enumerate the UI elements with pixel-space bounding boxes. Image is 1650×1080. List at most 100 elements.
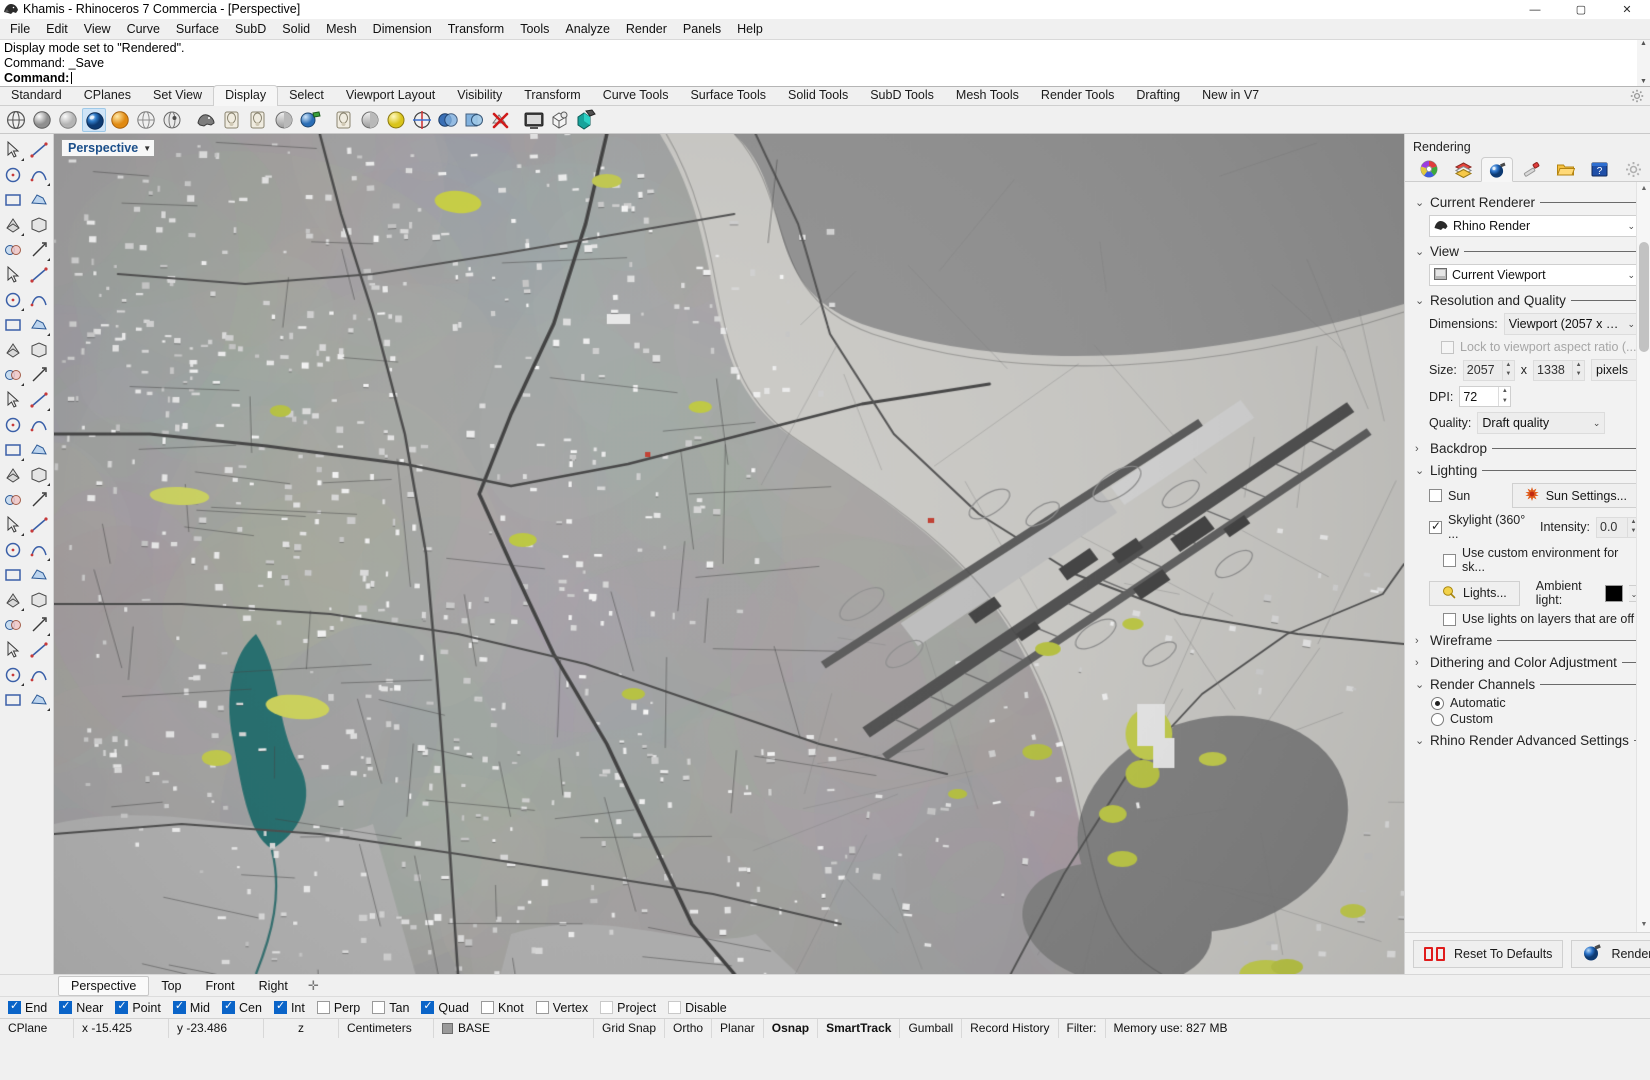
polyline-icon[interactable] xyxy=(26,163,52,188)
rendering-tab-icon[interactable] xyxy=(1481,157,1514,182)
intensity-input[interactable] xyxy=(1597,517,1627,537)
custom-env-row[interactable]: Use custom environment for sk... xyxy=(1443,546,1640,574)
osnap-near[interactable]: Near xyxy=(59,999,103,1015)
scrollbar-thumb[interactable] xyxy=(1639,242,1649,352)
raytraced-icon[interactable] xyxy=(246,108,270,132)
xray-icon[interactable] xyxy=(134,108,158,132)
boolean-diff-icon[interactable] xyxy=(26,388,52,413)
osnap-toggle[interactable]: Osnap xyxy=(764,1018,819,1038)
layer-icon[interactable] xyxy=(0,613,26,638)
dpi-input[interactable] xyxy=(1460,387,1499,406)
menu-transform[interactable]: Transform xyxy=(440,20,513,38)
select-arrow-icon[interactable] xyxy=(0,138,26,163)
filter-cell[interactable]: Filter: xyxy=(1059,1018,1106,1038)
osnap-checkbox[interactable] xyxy=(115,999,129,1014)
options-tab-icon[interactable] xyxy=(1618,157,1650,181)
menu-view[interactable]: View xyxy=(76,20,119,38)
mesh-tools-icon[interactable] xyxy=(26,588,52,613)
size-width-input[interactable] xyxy=(1463,360,1502,380)
arctic-icon[interactable] xyxy=(108,108,132,132)
menu-curve[interactable]: Curve xyxy=(119,20,168,38)
group-view[interactable]: ⌄ View xyxy=(1415,244,1640,259)
ortho-toggle[interactable]: Ortho xyxy=(665,1018,713,1038)
light-bulb-icon[interactable] xyxy=(384,108,408,132)
analysis-icon[interactable] xyxy=(26,638,52,663)
ghosted-icon[interactable] xyxy=(56,108,80,132)
libraries-tab-icon[interactable] xyxy=(1550,157,1582,181)
boolean-union-icon[interactable] xyxy=(0,388,26,413)
viewport-tab-front[interactable]: Front xyxy=(193,977,246,995)
osnap-checkbox[interactable] xyxy=(535,1001,549,1014)
chevron-right-icon[interactable]: › xyxy=(1415,635,1425,647)
viewport-tab-right[interactable]: Right xyxy=(247,977,300,995)
leader-icon[interactable] xyxy=(0,563,26,588)
osnap-checkbox[interactable] xyxy=(316,1001,330,1014)
group-advanced-settings[interactable]: ⌄ Rhino Render Advanced Settings xyxy=(1415,733,1640,748)
help-tab-icon[interactable]: ? xyxy=(1584,157,1616,181)
osnap-checkbox[interactable] xyxy=(222,999,235,1014)
toolbar-tab-set-view[interactable]: Set View xyxy=(142,86,213,105)
chevron-right-icon[interactable]: › xyxy=(1415,657,1425,669)
skylight-checkbox[interactable] xyxy=(1429,519,1442,534)
mesh-icon[interactable] xyxy=(0,588,26,613)
sun-settings-button[interactable]: Sun Settings... xyxy=(1511,483,1640,508)
clipping-plane-icon[interactable] xyxy=(462,108,486,132)
environment-icon[interactable] xyxy=(436,108,460,132)
shade-selected-icon[interactable] xyxy=(298,108,322,132)
menu-dimension[interactable]: Dimension xyxy=(365,20,440,38)
menu-solid[interactable]: Solid xyxy=(274,20,318,38)
menu-surface[interactable]: Surface xyxy=(168,20,227,38)
clear-clipping-icon[interactable] xyxy=(488,108,512,132)
dimension-icon[interactable] xyxy=(26,538,52,563)
gumball-toggle[interactable]: Gumball xyxy=(900,1018,963,1038)
toolbar-tab-visibility[interactable]: Visibility xyxy=(446,86,513,105)
chevron-down-icon[interactable]: ⌄ xyxy=(1627,319,1635,330)
toolbar-tab-curve-tools[interactable]: Curve Tools xyxy=(592,86,680,105)
rendered-map-scene[interactable] xyxy=(54,134,1404,974)
osnap-end[interactable]: End xyxy=(8,999,47,1015)
osnap-tan[interactable]: Tan xyxy=(372,1001,409,1015)
toolbar-tab-transform[interactable]: Transform xyxy=(513,86,592,105)
menu-subd[interactable]: SubD xyxy=(227,20,274,38)
quality-select[interactable]: Draft quality ⌄ xyxy=(1477,412,1606,434)
array-icon[interactable] xyxy=(26,488,52,513)
cplane-cell[interactable]: CPlane xyxy=(0,1018,74,1038)
chevron-down-icon[interactable]: ⌄ xyxy=(1593,418,1601,429)
menu-edit[interactable]: Edit xyxy=(38,20,76,38)
surface-sweep-icon[interactable] xyxy=(26,313,52,338)
stepper-arrows[interactable]: ▲ ▼ xyxy=(1498,387,1510,406)
layer-cell[interactable]: BASE xyxy=(434,1018,594,1038)
fullscreen-icon[interactable] xyxy=(522,108,546,132)
surface-revolve-icon[interactable] xyxy=(0,313,26,338)
arc-icon[interactable] xyxy=(26,188,52,213)
chevron-down-icon[interactable]: ⌄ xyxy=(1415,734,1425,747)
toolbar-tab-standard[interactable]: Standard xyxy=(0,86,73,105)
group-resolution-quality[interactable]: ⌄ Resolution and Quality xyxy=(1415,293,1640,308)
planar-toggle[interactable]: Planar xyxy=(712,1018,764,1038)
smarttrack-toggle[interactable]: SmartTrack xyxy=(818,1018,901,1038)
toolbar-tab-drafting[interactable]: Drafting xyxy=(1125,86,1191,105)
size-height-stepper[interactable]: ▲▼ xyxy=(1533,359,1586,381)
materials-tab-icon[interactable] xyxy=(1413,157,1445,181)
chevron-down-icon[interactable]: ⌄ xyxy=(1415,294,1425,307)
command-prompt[interactable]: Command: xyxy=(4,71,1650,86)
axis-icon[interactable] xyxy=(410,108,434,132)
osnap-project[interactable]: Project xyxy=(600,1001,656,1015)
osnap-point[interactable]: Point xyxy=(115,999,161,1015)
viewport-label[interactable]: Perspective ▼ xyxy=(61,139,156,157)
group-lighting[interactable]: ⌄ Lighting xyxy=(1415,463,1640,478)
size-width-stepper[interactable]: ▲▼ xyxy=(1462,359,1515,381)
point-icon[interactable] xyxy=(26,263,52,288)
menu-render[interactable]: Render xyxy=(618,20,675,38)
layer-lights-row[interactable]: Use lights on layers that are off xyxy=(1443,612,1640,626)
osnap-quad[interactable]: Quad xyxy=(421,999,469,1015)
select-window-icon[interactable] xyxy=(26,138,52,163)
copy-icon[interactable] xyxy=(26,438,52,463)
osnap-checkbox[interactable] xyxy=(8,999,21,1014)
grid-icon[interactable] xyxy=(0,638,26,663)
scroll-up-arrow[interactable]: ▲ xyxy=(1637,182,1650,196)
group-wireframe[interactable]: › Wireframe xyxy=(1415,633,1640,648)
toolbar-tab-render-tools[interactable]: Render Tools xyxy=(1030,86,1125,105)
cylinder-icon[interactable] xyxy=(26,363,52,388)
osnap-checkbox[interactable] xyxy=(372,1001,386,1014)
